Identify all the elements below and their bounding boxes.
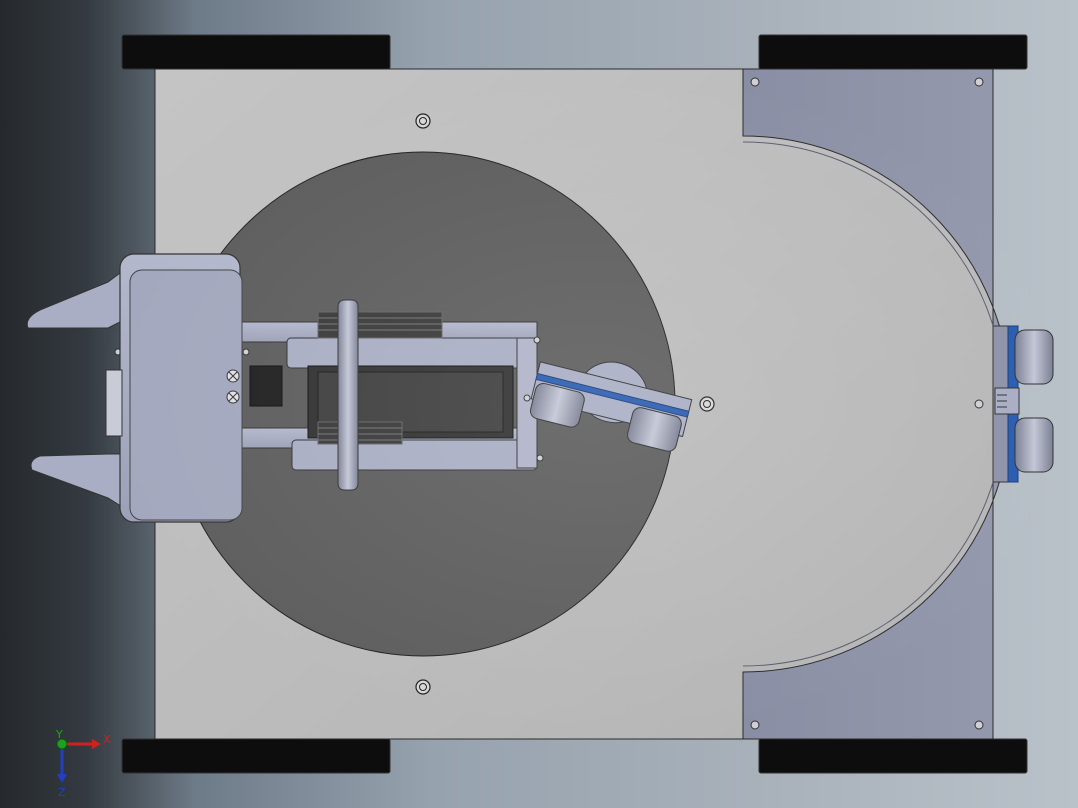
- triad-x-label: X: [103, 733, 111, 746]
- front-ultrasonic-sensor[interactable]: [992, 325, 1054, 483]
- gripper-housing-lid: [129, 269, 243, 521]
- gripper-side-block: [105, 369, 123, 437]
- wheel-top-right[interactable]: [758, 34, 1028, 70]
- triad-y-label: Y: [55, 728, 63, 741]
- triad-x-arrow-icon: [92, 739, 101, 749]
- gear-stack-bottom: [317, 421, 403, 445]
- wheel-bottom-right[interactable]: [758, 738, 1028, 774]
- robot-assembly-model[interactable]: X Y Z: [0, 0, 1078, 808]
- wheel-bottom-left[interactable]: [121, 738, 391, 774]
- graphics-viewport[interactable]: X Y Z: [0, 0, 1078, 808]
- view-orientation-triad[interactable]: X Y Z: [55, 728, 111, 799]
- wheel-top-left[interactable]: [121, 34, 391, 70]
- gear-stack-top: [317, 311, 443, 339]
- triad-z-arrow-icon: [57, 774, 67, 783]
- triad-z-label: Z: [58, 786, 66, 799]
- arm-shaft: [337, 299, 359, 491]
- gripper-finger-top[interactable]: [26, 269, 125, 329]
- gripper-finger-bottom[interactable]: [30, 453, 125, 509]
